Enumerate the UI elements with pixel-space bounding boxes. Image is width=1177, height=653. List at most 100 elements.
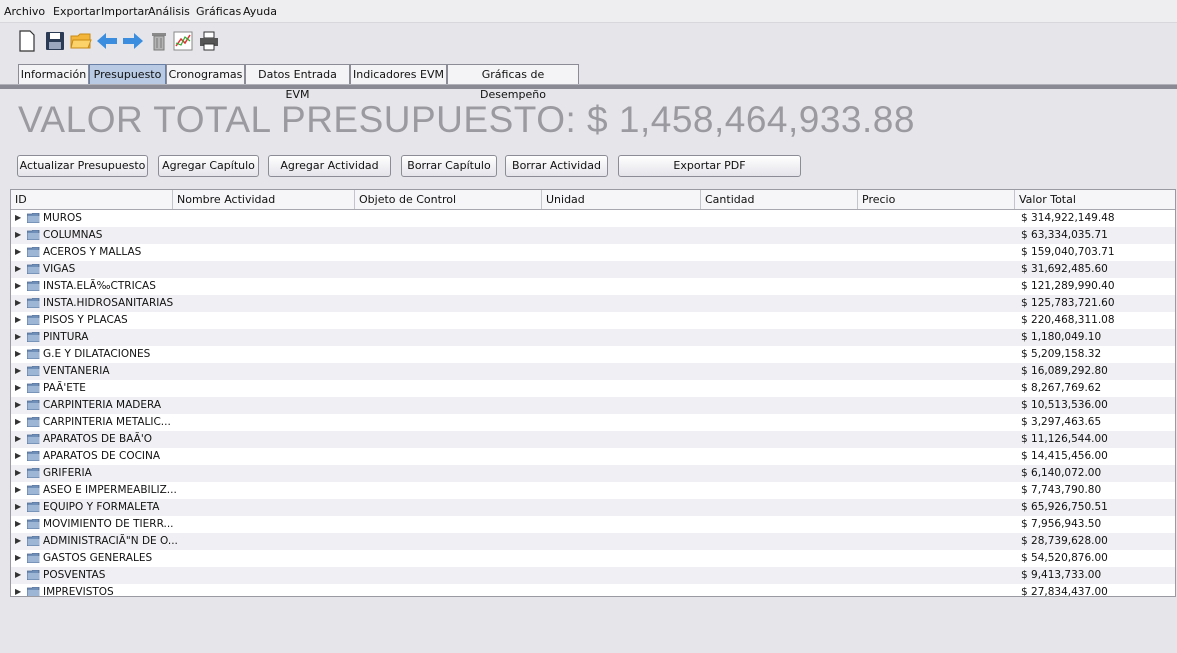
- menu-exportar[interactable]: Exportar: [53, 5, 100, 18]
- folder-icon: [27, 315, 40, 325]
- tab-indicadores-evm[interactable]: Indicadores EVM: [350, 64, 447, 84]
- table-row[interactable]: ▶ CARPINTERIA MADERA $ 10,513,536.00: [11, 397, 1175, 414]
- table-row[interactable]: ▶ INSTA.HIDROSANITARIAS $ 125,783,721.60: [11, 295, 1175, 312]
- expand-arrow-icon[interactable]: ▶: [15, 468, 21, 477]
- column-cantidad[interactable]: Cantidad: [701, 190, 858, 209]
- expand-arrow-icon[interactable]: ▶: [15, 383, 21, 392]
- borrar-capitulo-button[interactable]: Borrar Capítulo: [401, 155, 497, 177]
- open-folder-icon[interactable]: [70, 29, 92, 53]
- column-id[interactable]: ID: [11, 190, 173, 209]
- expand-arrow-icon[interactable]: ▶: [15, 349, 21, 358]
- table-row[interactable]: ▶ APARATOS DE BAÃ'O $ 11,126,544.00: [11, 431, 1175, 448]
- expand-arrow-icon[interactable]: ▶: [15, 264, 21, 273]
- chart-icon[interactable]: [172, 29, 194, 53]
- row-valor-total: $ 14,415,456.00: [1021, 450, 1108, 462]
- tab-informacion[interactable]: Información: [18, 64, 89, 84]
- column-nombre-actividad[interactable]: Nombre Actividad: [173, 190, 355, 209]
- expand-arrow-icon[interactable]: ▶: [15, 332, 21, 341]
- menu-importar[interactable]: Importar: [101, 5, 149, 18]
- tab-divider: [0, 84, 1177, 89]
- menu-analisis[interactable]: Análisis: [148, 5, 190, 18]
- row-name: ASEO E IMPERMEABILIZ...: [43, 484, 177, 496]
- table-row[interactable]: ▶ MUROS $ 314,922,149.48: [11, 210, 1175, 227]
- row-valor-total: $ 121,289,990.40: [1021, 280, 1115, 292]
- table-row[interactable]: ▶ GASTOS GENERALES $ 54,520,876.00: [11, 550, 1175, 567]
- row-name: ACEROS Y MALLAS: [43, 246, 142, 258]
- expand-arrow-icon[interactable]: ▶: [15, 570, 21, 579]
- expand-arrow-icon[interactable]: ▶: [15, 519, 21, 528]
- column-objeto-control[interactable]: Objeto de Control: [355, 190, 542, 209]
- save-icon[interactable]: [44, 29, 66, 53]
- expand-arrow-icon[interactable]: ▶: [15, 230, 21, 239]
- row-name: APARATOS DE COCINA: [43, 450, 161, 462]
- table-row[interactable]: ▶ G.E Y DILATACIONES $ 5,209,158.32: [11, 346, 1175, 363]
- table-row[interactable]: ▶ PISOS Y PLACAS $ 220,468,311.08: [11, 312, 1175, 329]
- row-name: CARPINTERIA METALIC...: [43, 416, 171, 428]
- row-valor-total: $ 1,180,049.10: [1021, 331, 1102, 343]
- row-valor-total: $ 9,413,733.00: [1021, 569, 1102, 581]
- new-file-icon[interactable]: [16, 29, 38, 53]
- table-row[interactable]: ▶ COLUMNAS $ 63,334,035.71: [11, 227, 1175, 244]
- table-row[interactable]: ▶ VIGAS $ 31,692,485.60: [11, 261, 1175, 278]
- folder-icon: [27, 332, 40, 342]
- folder-icon: [27, 519, 40, 529]
- menu-graficas[interactable]: Gráficas: [196, 5, 241, 18]
- exportar-pdf-button[interactable]: Exportar PDF: [618, 155, 801, 177]
- expand-arrow-icon[interactable]: ▶: [15, 502, 21, 511]
- column-valor-total[interactable]: Valor Total: [1015, 190, 1175, 209]
- back-arrow-icon[interactable]: [96, 29, 118, 53]
- table-row[interactable]: ▶ ACEROS Y MALLAS $ 159,040,703.71: [11, 244, 1175, 261]
- expand-arrow-icon[interactable]: ▶: [15, 366, 21, 375]
- expand-arrow-icon[interactable]: ▶: [15, 587, 21, 596]
- actualizar-presupuesto-button[interactable]: Actualizar Presupuesto: [17, 155, 148, 177]
- table-row[interactable]: ▶ POSVENTAS $ 9,413,733.00: [11, 567, 1175, 584]
- menu-ayuda[interactable]: Ayuda: [243, 5, 277, 18]
- expand-arrow-icon[interactable]: ▶: [15, 400, 21, 409]
- row-valor-total: $ 8,267,769.62: [1021, 382, 1102, 394]
- budget-table[interactable]: ID Nombre Actividad Objeto de Control Un…: [10, 189, 1176, 597]
- table-row[interactable]: ▶ ADMINISTRACIÃ"N DE O... $ 28,739,628.00: [11, 533, 1175, 550]
- table-row[interactable]: ▶ IMPREVISTOS $ 27,834,437.00: [11, 584, 1175, 597]
- expand-arrow-icon[interactable]: ▶: [15, 451, 21, 460]
- tab-cronogramas[interactable]: Cronogramas: [166, 64, 245, 84]
- expand-arrow-icon[interactable]: ▶: [15, 536, 21, 545]
- table-row[interactable]: ▶ APARATOS DE COCINA $ 14,415,456.00: [11, 448, 1175, 465]
- table-row[interactable]: ▶ CARPINTERIA METALIC... $ 3,297,463.65: [11, 414, 1175, 431]
- expand-arrow-icon[interactable]: ▶: [15, 485, 21, 494]
- tab-graficas-desempeno[interactable]: Gráficas de Desempeño: [447, 64, 579, 101]
- row-valor-total: $ 31,692,485.60: [1021, 263, 1108, 275]
- folder-icon: [27, 570, 40, 580]
- table-row[interactable]: ▶ GRIFERIA $ 6,140,072.00: [11, 465, 1175, 482]
- column-precio[interactable]: Precio: [858, 190, 1015, 209]
- table-row[interactable]: ▶ VENTANERIA $ 16,089,292.80: [11, 363, 1175, 380]
- row-name: GASTOS GENERALES: [43, 552, 153, 564]
- table-row[interactable]: ▶ PINTURA $ 1,180,049.10: [11, 329, 1175, 346]
- table-row[interactable]: ▶ PAÃ'ETE $ 8,267,769.62: [11, 380, 1175, 397]
- agregar-capitulo-button[interactable]: Agregar Capítulo: [158, 155, 259, 177]
- print-icon[interactable]: [198, 29, 220, 53]
- folder-icon: [27, 434, 40, 444]
- expand-arrow-icon[interactable]: ▶: [15, 434, 21, 443]
- column-unidad[interactable]: Unidad: [542, 190, 701, 209]
- expand-arrow-icon[interactable]: ▶: [15, 315, 21, 324]
- borrar-actividad-button[interactable]: Borrar Actividad: [505, 155, 608, 177]
- table-row[interactable]: ▶ EQUIPO Y FORMALETA $ 65,926,750.51: [11, 499, 1175, 516]
- expand-arrow-icon[interactable]: ▶: [15, 213, 21, 222]
- tab-presupuesto[interactable]: Presupuesto: [89, 64, 166, 84]
- trash-icon[interactable]: [148, 29, 170, 53]
- tab-datos-entrada-evm[interactable]: Datos Entrada EVM: [245, 64, 350, 101]
- expand-arrow-icon[interactable]: ▶: [15, 281, 21, 290]
- menu-archivo[interactable]: Archivo: [4, 5, 45, 18]
- table-row[interactable]: ▶ MOVIMIENTO DE TIERR... $ 7,956,943.50: [11, 516, 1175, 533]
- expand-arrow-icon[interactable]: ▶: [15, 247, 21, 256]
- expand-arrow-icon[interactable]: ▶: [15, 417, 21, 426]
- forward-arrow-icon[interactable]: [122, 29, 144, 53]
- table-row[interactable]: ▶ ASEO E IMPERMEABILIZ... $ 7,743,790.80: [11, 482, 1175, 499]
- table-row[interactable]: ▶ INSTA.ELÃ‰CTRICAS $ 121,289,990.40: [11, 278, 1175, 295]
- agregar-actividad-button[interactable]: Agregar Actividad: [268, 155, 391, 177]
- expand-arrow-icon[interactable]: ▶: [15, 553, 21, 562]
- row-name: IMPREVISTOS: [43, 586, 114, 597]
- expand-arrow-icon[interactable]: ▶: [15, 298, 21, 307]
- folder-icon: [27, 536, 40, 546]
- row-valor-total: $ 125,783,721.60: [1021, 297, 1115, 309]
